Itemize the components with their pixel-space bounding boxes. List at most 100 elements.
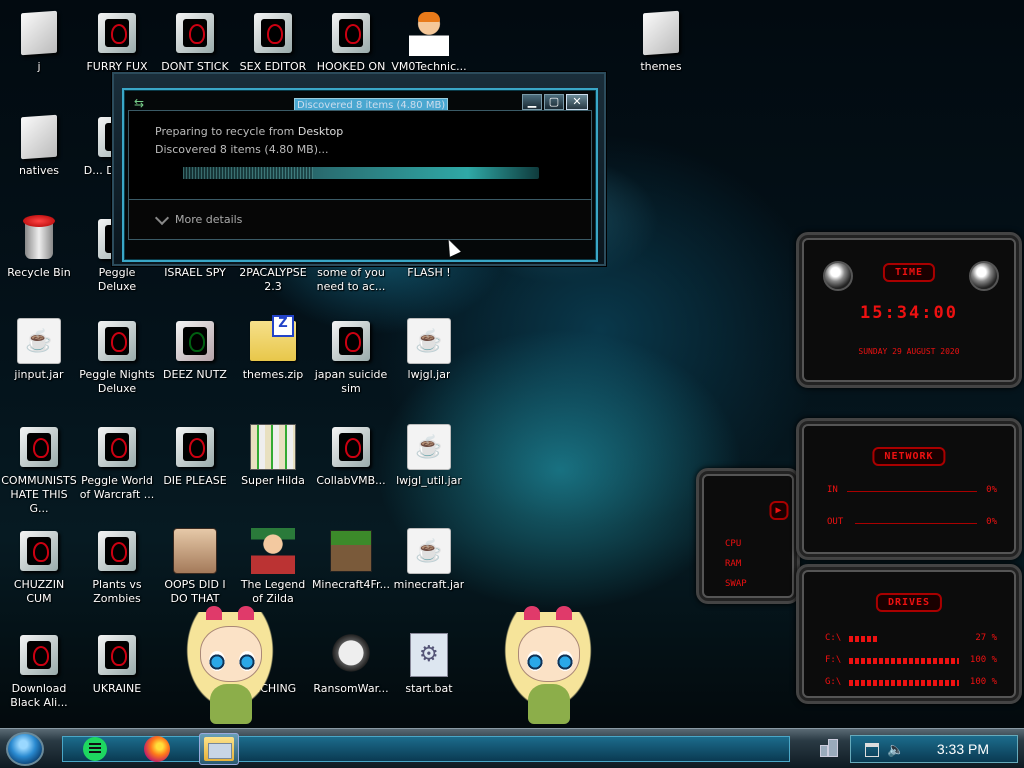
desktop-icon[interactable]: CHUZZIN CUM	[0, 528, 78, 606]
drive-f-usage-bar	[849, 658, 959, 664]
cpu-label: CPU	[725, 539, 742, 549]
desktop-icon[interactable]: OOPS DID I DO THAT	[156, 528, 234, 606]
taskbar: 🔈 3:33 PM	[0, 728, 1024, 768]
desktop-icon[interactable]: themes.zip	[234, 315, 312, 382]
desktop-icon[interactable]: HOOKED ON	[312, 10, 390, 74]
network-out-label: OUT	[827, 517, 844, 527]
alien-shortcut-icon	[176, 321, 214, 361]
minimize-button[interactable]: ▁	[522, 94, 542, 110]
volume-icon[interactable]: 🔈	[887, 742, 904, 758]
drive-f-value: 100 %	[969, 655, 997, 665]
ram-label: RAM	[725, 559, 742, 569]
alien-shortcut-icon	[98, 635, 136, 675]
java-jar-icon: ☕	[407, 318, 451, 364]
skull-icon	[331, 634, 371, 676]
desktop-icon[interactable]: FURRY FUX	[78, 10, 156, 74]
alien-shortcut-icon	[98, 531, 136, 571]
desktop-icon[interactable]: DEEZ NUTZ	[156, 318, 234, 382]
drives-gadget[interactable]: DRIVES C:\ 27 % F:\ 100 % G:\ 100 %	[796, 564, 1022, 704]
pixel-game-icon	[250, 424, 296, 470]
discovered-items-text: Discovered 8 items (4.80 MB)...	[155, 143, 329, 156]
network-icon[interactable]	[865, 743, 879, 757]
status-line: Preparing to recycle from Desktop	[155, 125, 344, 138]
cartoon-character-sticker	[176, 602, 284, 726]
network-out-graph	[855, 523, 977, 524]
desktop-icon[interactable]: ☕ minecraft.jar	[390, 528, 468, 592]
system-header: ▶	[769, 501, 789, 520]
chevron-down-icon	[154, 210, 170, 225]
start-button[interactable]	[6, 732, 44, 766]
desktop-icon-recycle-bin[interactable]: Recycle Bin	[0, 215, 78, 280]
gadget-date: SUNDAY 29 AUGUST 2020	[858, 347, 960, 356]
desktop-icon[interactable]: ☕ lwjgl_util.jar	[390, 424, 468, 488]
alien-shortcut-icon	[332, 13, 370, 53]
desktop-icon[interactable]: CollabVMB...	[312, 424, 390, 488]
desktop-icon[interactable]: Super Hilda	[234, 424, 312, 488]
dialog-body: Preparing to recycle from Desktop Discov…	[128, 110, 592, 240]
alien-shortcut-icon	[98, 13, 136, 53]
taskbar-spotify[interactable]	[75, 733, 115, 765]
portrait-icon	[173, 528, 217, 574]
desktop-icon[interactable]: japan suicide sim	[312, 318, 390, 396]
desktop-icon[interactable]: UKRAINE	[78, 632, 156, 696]
alien-shortcut-icon	[98, 321, 136, 361]
network-gadget[interactable]: NETWORK IN 0% OUT 0%	[796, 418, 1022, 560]
drives-header: DRIVES	[875, 593, 943, 612]
alien-head-icon	[823, 261, 853, 291]
network-out-value: 0%	[986, 517, 997, 527]
show-desktop-icon[interactable]	[820, 737, 838, 759]
desktop-icon[interactable]: RansomWar...	[312, 632, 390, 696]
desktop-icon[interactable]: natives	[0, 114, 78, 178]
network-in-value: 0%	[986, 485, 997, 495]
pixel-character-icon	[251, 528, 295, 574]
progress-bar	[183, 167, 539, 179]
alien-shortcut-icon	[332, 427, 370, 467]
zip-archive-icon	[250, 315, 296, 361]
alien-head-icon	[969, 261, 999, 291]
java-jar-icon: ☕	[17, 318, 61, 364]
desktop-icon[interactable]: SEX EDITOR	[234, 10, 312, 74]
more-details-toggle[interactable]: More details	[154, 210, 242, 226]
taskbar-clock[interactable]: 3:33 PM	[937, 741, 989, 757]
system-gadget[interactable]: ▶ CPU RAM SWAP	[696, 468, 800, 604]
cartoon-character-sticker	[494, 602, 602, 726]
maximize-button[interactable]: ▢	[544, 94, 564, 110]
time-gadget[interactable]: TIME 15:34:00 SUNDAY 29 AUGUST 2020	[796, 232, 1022, 388]
desktop-icon[interactable]: Peggle World of Warcraft ...	[78, 424, 156, 502]
drive-c-value: 27 %	[975, 633, 997, 643]
desktop-icon[interactable]: Peggle Nights Deluxe	[78, 318, 156, 396]
alien-shortcut-icon	[20, 531, 58, 571]
desktop-icon[interactable]: Minecraft4Fr...	[312, 528, 390, 592]
recycle-progress-dialog[interactable]: ⇆ Discovered 8 items (4.80 MB) ▁ ▢ ✕ Pre…	[112, 72, 606, 266]
recycle-bin-icon	[23, 215, 55, 259]
taskbar-file-explorer[interactable]	[199, 733, 239, 765]
network-in-graph	[847, 491, 977, 492]
desktop-icon[interactable]: COMMUNISTS HATE THIS G...	[0, 424, 78, 516]
close-button[interactable]: ✕	[566, 94, 588, 110]
minecraft-block-icon	[330, 530, 372, 572]
desktop-icon[interactable]: Download Black Ali...	[0, 632, 78, 710]
drive-g-value: 100 %	[969, 677, 997, 687]
alien-shortcut-icon	[98, 427, 136, 467]
recycle-progress-icon: ⇆	[134, 96, 145, 110]
desktop-icon[interactable]: Plants vs Zombies	[78, 528, 156, 606]
desktop-icon[interactable]: VM0Technic...	[390, 10, 468, 74]
desktop-icon[interactable]: themes	[622, 10, 700, 74]
desktop-icon[interactable]: The Legend of Zilda	[234, 528, 312, 606]
desktop-icon[interactable]: j	[0, 10, 78, 74]
drive-c-label: C:\	[825, 633, 842, 643]
alien-shortcut-icon	[20, 427, 58, 467]
source-location: Desktop	[297, 125, 344, 138]
desktop-icon[interactable]: ☕ jinput.jar	[0, 318, 78, 382]
desktop-icon[interactable]: DIE PLEASE	[156, 424, 234, 488]
taskbar-firefox[interactable]	[137, 733, 177, 765]
alien-shortcut-icon	[332, 321, 370, 361]
window-controls: ▁ ▢ ✕	[522, 94, 588, 110]
desktop-icon[interactable]: DONT STICK	[156, 10, 234, 74]
drive-g-usage-bar	[849, 680, 959, 686]
network-header: NETWORK	[872, 447, 946, 466]
desktop-icon[interactable]: start.bat	[390, 632, 468, 696]
java-jar-icon: ☕	[407, 528, 451, 574]
desktop-icon[interactable]: ☕ lwjgl.jar	[390, 318, 468, 382]
technician-icon	[409, 10, 449, 56]
